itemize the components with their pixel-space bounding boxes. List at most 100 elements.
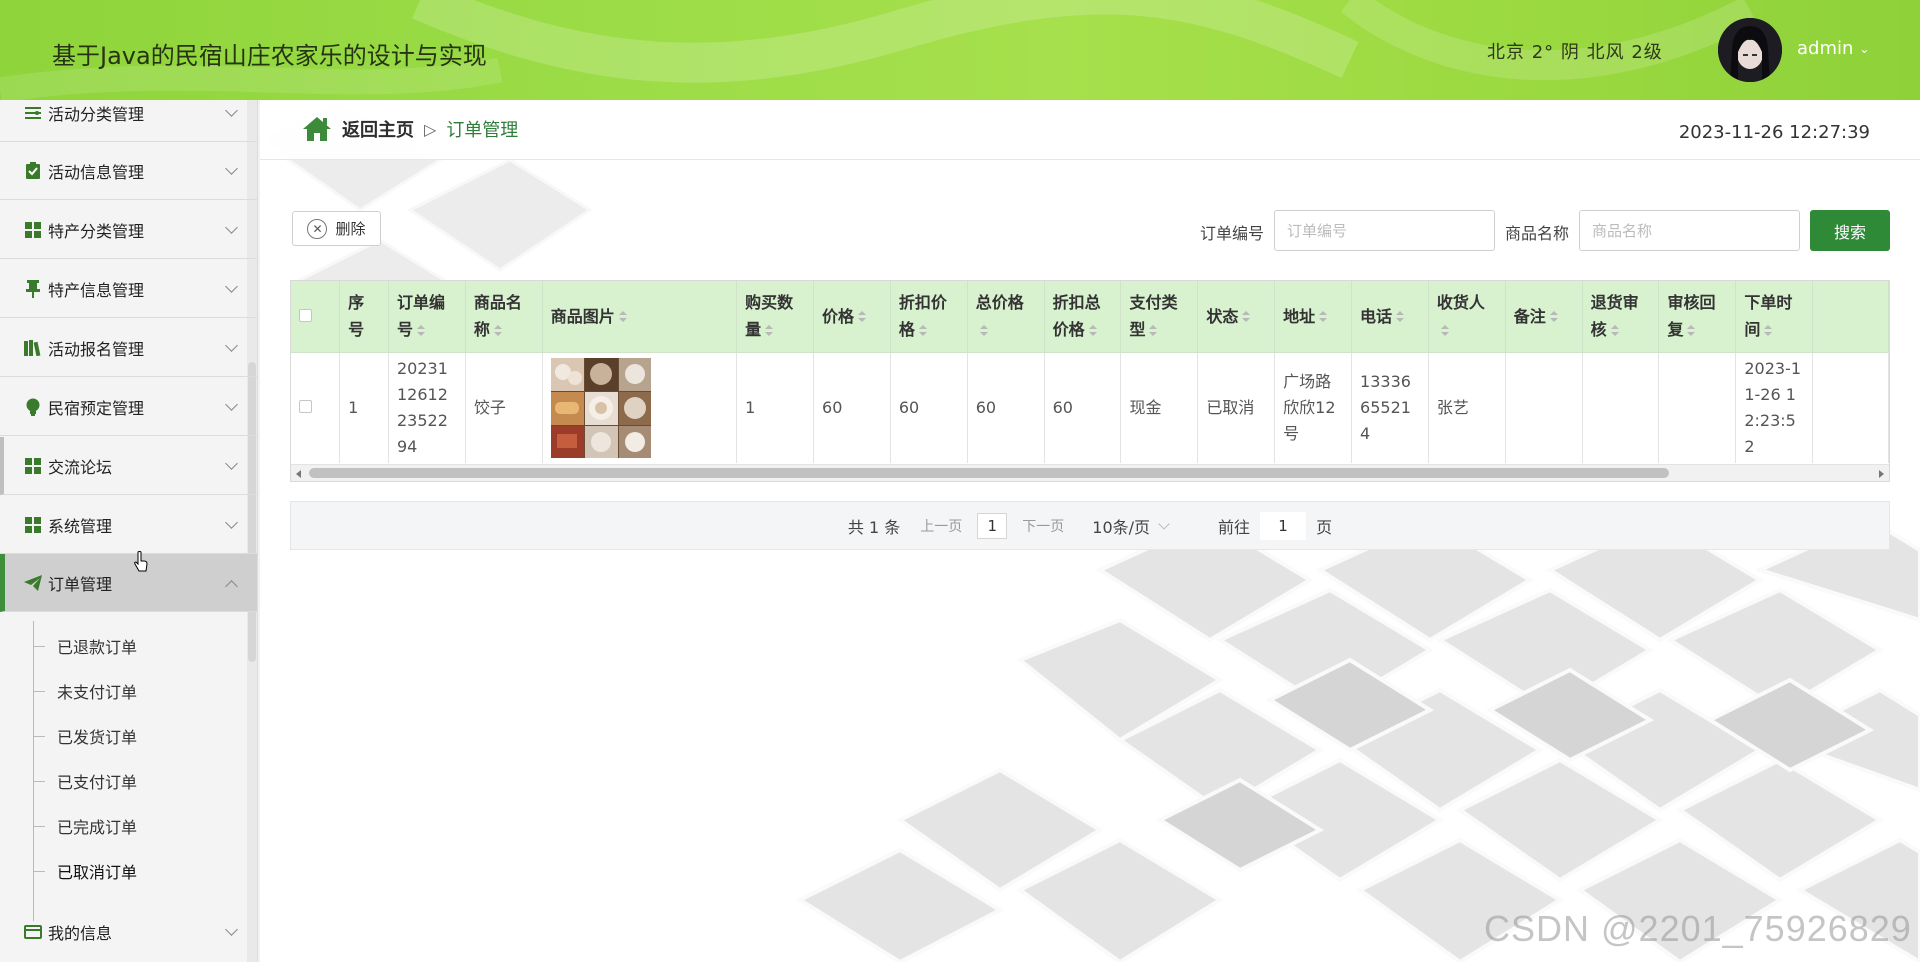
search-button[interactable]: 搜索 xyxy=(1810,210,1890,251)
sidebar-item-activity-info[interactable]: 活动信息管理 xyxy=(0,142,257,200)
submenu-label: 已取消订单 xyxy=(57,863,138,882)
sidebar-item-activity-category[interactable]: 活动分类管理 xyxy=(0,100,257,142)
column-header[interactable]: 支付类型 xyxy=(1120,281,1199,353)
row-checkbox[interactable] xyxy=(299,399,312,413)
sidebar-item-forum[interactable]: 交流论坛 xyxy=(0,437,257,495)
table-horizontal-scrollbar[interactable] xyxy=(291,464,1889,481)
sort-icon[interactable] xyxy=(1242,311,1251,323)
pagination-next-button[interactable]: 下一页 xyxy=(1022,516,1064,536)
column-header-label: 收货人 xyxy=(1436,293,1485,313)
column-header-label: 备注 xyxy=(1513,306,1546,326)
submenu-paid-orders[interactable]: 已支付订单 xyxy=(33,766,137,796)
sort-icon[interactable] xyxy=(1149,324,1158,337)
home-icon[interactable] xyxy=(302,116,332,142)
column-header[interactable]: 序号 xyxy=(339,281,389,353)
sort-icon[interactable] xyxy=(618,311,627,323)
submenu-unpaid-orders[interactable]: 未支付订单 xyxy=(33,676,137,706)
books-icon xyxy=(24,339,42,357)
column-header[interactable]: 电话 xyxy=(1351,281,1429,353)
sidebar-item-orders[interactable]: 订单管理 xyxy=(0,554,257,612)
sort-icon[interactable] xyxy=(1319,311,1328,323)
column-header[interactable]: 退货审核 xyxy=(1582,281,1660,353)
sort-icon[interactable] xyxy=(918,324,927,337)
cell-remark xyxy=(1505,352,1583,463)
submenu-completed-orders[interactable]: 已完成订单 xyxy=(33,811,137,841)
sidebar-item-activity-signup[interactable]: 活动报名管理 xyxy=(0,319,257,377)
sort-icon[interactable] xyxy=(858,311,867,323)
column-header-label: 价格 xyxy=(822,306,855,326)
column-header[interactable]: 折扣总价格 xyxy=(1044,281,1122,353)
sidebar-item-label: 系统管理 xyxy=(48,516,113,536)
sidebar-item-homestay-booking[interactable]: 民宿预定管理 xyxy=(0,378,257,436)
column-header[interactable]: 订单编号 xyxy=(388,281,466,353)
sidebar-item-specialty-category[interactable]: 特产分类管理 xyxy=(0,201,257,259)
chevron-down-icon: ⌄ xyxy=(1859,41,1870,56)
sidebar-item-specialty-info[interactable]: 特产信息管理 xyxy=(0,260,257,318)
submenu-cancelled-orders[interactable]: 已取消订单 xyxy=(33,856,137,886)
scroll-left-arrow-icon[interactable] xyxy=(296,470,301,478)
sidebar-item-my-info[interactable]: 我的信息 xyxy=(0,903,257,961)
column-header[interactable]: 商品图片 xyxy=(542,281,738,353)
sort-icon[interactable] xyxy=(493,324,502,337)
column-header[interactable]: 备注 xyxy=(1505,281,1583,353)
sort-icon[interactable] xyxy=(979,324,988,337)
user-menu[interactable]: admin ⌄ xyxy=(1797,38,1869,59)
cell-price: 60 xyxy=(813,352,891,463)
chevron-down-icon xyxy=(225,457,238,470)
page-size-select[interactable]: 10条/页 xyxy=(1092,514,1170,538)
column-header[interactable]: 折扣价格 xyxy=(890,281,968,353)
column-header[interactable]: 状态 xyxy=(1197,281,1276,353)
pagination-page-1[interactable]: 1 xyxy=(977,512,1008,539)
column-header[interactable]: 价格 xyxy=(813,281,891,353)
user-avatar[interactable] xyxy=(1718,18,1782,82)
submenu-refunded-orders[interactable]: 已退款订单 xyxy=(33,631,137,661)
sort-icon[interactable] xyxy=(1088,324,1097,337)
pagination-prev-button[interactable]: 上一页 xyxy=(920,516,962,536)
submenu-shipped-orders[interactable]: 已发货订单 xyxy=(33,721,137,751)
sort-icon[interactable] xyxy=(1549,311,1558,323)
column-header[interactable]: 地址 xyxy=(1274,281,1353,353)
product-thumbnail[interactable] xyxy=(550,357,651,458)
sidebar-item-label: 民宿预定管理 xyxy=(48,398,145,418)
sort-icon[interactable] xyxy=(765,324,774,337)
grid-icon xyxy=(24,516,42,534)
cell-index: 1 xyxy=(339,352,389,463)
column-header[interactable]: 收货人 xyxy=(1428,281,1506,353)
pagination: 共 1 条 上一页 1 下一页 10条/页 前往 页 xyxy=(290,501,1890,550)
column-header[interactable]: 商品名称 xyxy=(465,281,543,353)
cell-product-name: 饺子 xyxy=(465,352,543,463)
app-title: 基于Java的民宿山庄农家乐的设计与实现 xyxy=(52,42,487,70)
column-header[interactable]: 审核回复 xyxy=(1658,281,1737,353)
scroll-right-arrow-icon[interactable] xyxy=(1879,470,1884,478)
column-header[interactable]: 购买数量 xyxy=(736,281,815,353)
cell-order-time: 2023-11-26 12:23:52 xyxy=(1735,352,1814,463)
sort-icon[interactable] xyxy=(1610,324,1619,337)
chevron-down-icon xyxy=(225,923,238,936)
column-header[interactable]: 下单时间 xyxy=(1735,281,1814,353)
order-no-input[interactable] xyxy=(1274,210,1495,251)
sort-icon[interactable] xyxy=(1440,324,1449,337)
table-row[interactable]: 1 20231126122352294 饺子 1 60 60 60 60 现金 … xyxy=(291,352,1889,463)
sort-icon[interactable] xyxy=(1396,311,1405,323)
cell-discount-price: 60 xyxy=(890,352,968,463)
sort-icon[interactable] xyxy=(1764,324,1773,337)
column-header-label: 序号 xyxy=(348,293,365,340)
tree-tick xyxy=(33,645,45,647)
sort-icon[interactable] xyxy=(1687,324,1696,337)
select-all-checkbox[interactable] xyxy=(299,308,312,322)
breadcrumb-home-link[interactable]: 返回主页 xyxy=(342,116,414,142)
cell-status: 已取消 xyxy=(1197,352,1276,463)
sort-icon[interactable] xyxy=(417,324,425,337)
table-scroll-thumb[interactable] xyxy=(309,468,1669,478)
delete-button[interactable]: ✕ 删除 xyxy=(292,211,381,246)
list-icon xyxy=(24,104,42,122)
column-header-label: 状态 xyxy=(1206,306,1239,326)
sidebar-item-label: 特产分类管理 xyxy=(48,221,145,241)
sidebar-item-system[interactable]: 系统管理 xyxy=(0,496,257,554)
sidebar-item-label: 交流论坛 xyxy=(48,457,113,477)
goto-page-input[interactable] xyxy=(1260,511,1307,540)
column-header-label: 商品图片 xyxy=(550,306,615,326)
product-name-input[interactable] xyxy=(1579,210,1800,251)
page-size-value: 10条/页 xyxy=(1092,517,1151,537)
column-header[interactable]: 总价格 xyxy=(967,281,1045,353)
